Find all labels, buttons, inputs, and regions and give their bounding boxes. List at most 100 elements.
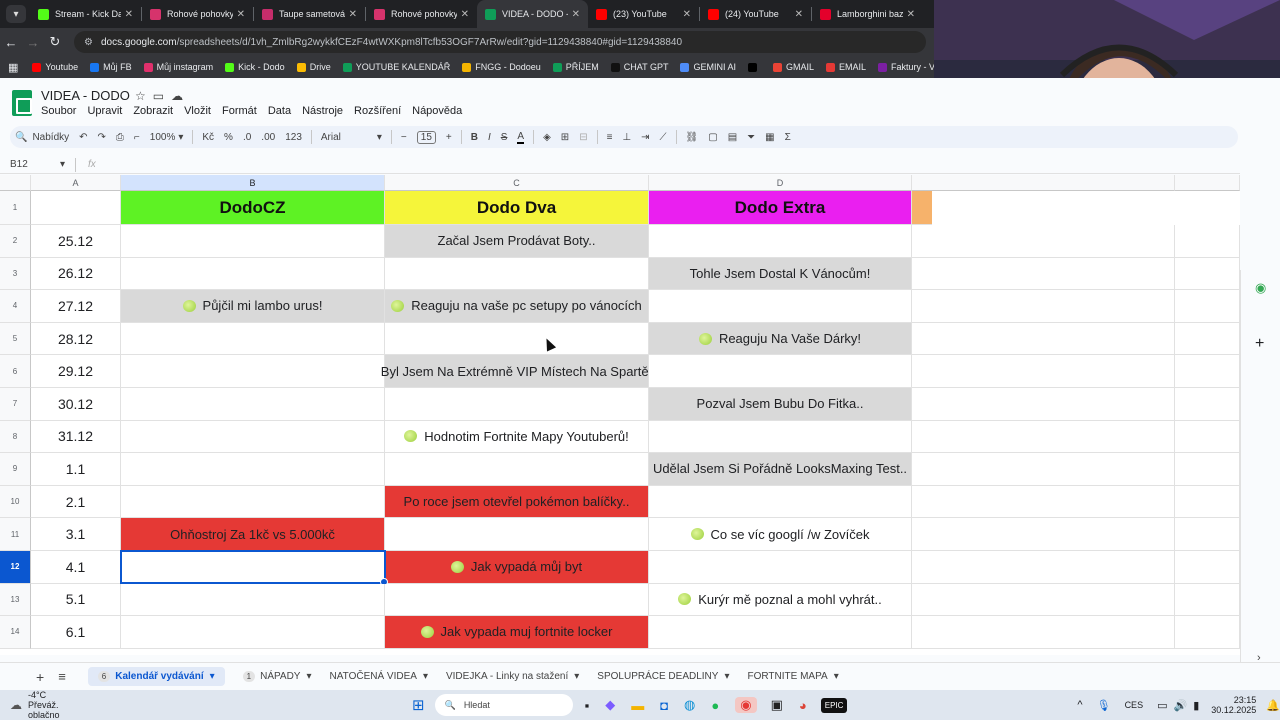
chrome-icon[interactable]: ◕ xyxy=(799,698,807,713)
cell-date[interactable]: 27.12 xyxy=(31,290,121,323)
cell-empty[interactable] xyxy=(1175,355,1240,388)
search-menus-label[interactable]: Nabídky xyxy=(32,132,69,143)
cell-b[interactable] xyxy=(121,616,385,649)
cell-empty[interactable] xyxy=(1175,322,1240,356)
clock[interactable]: 23:15 30.12.2025 xyxy=(1211,695,1256,715)
cell-d[interactable]: Kurýr mě poznal a mohl vyhrát.. xyxy=(649,583,912,617)
close-tab-icon[interactable]: ✕ xyxy=(125,9,133,20)
cell-c[interactable]: Začal Jsem Prodávat Boty.. xyxy=(385,225,649,258)
menu-item[interactable]: Zobrazit xyxy=(133,105,173,117)
row-header[interactable]: 7 xyxy=(0,388,31,421)
text-wrap-icon[interactable]: ⇥ xyxy=(641,132,649,143)
column-header[interactable] xyxy=(912,175,1175,191)
file-explorer-icon[interactable]: ▬ xyxy=(631,698,644,713)
weather-icon[interactable]: ☁ xyxy=(10,698,22,712)
sheet-tab[interactable]: FORTNITE MAPA ▾ xyxy=(747,671,838,682)
close-tab-icon[interactable]: ✕ xyxy=(237,9,245,20)
row-header[interactable]: 8 xyxy=(0,420,31,454)
currency-format-button[interactable]: Kč xyxy=(202,132,214,143)
cell-empty[interactable] xyxy=(912,355,1175,388)
cell-d[interactable] xyxy=(649,616,912,649)
sheet-tab-chevron-icon[interactable]: ▾ xyxy=(574,671,579,682)
sheet-tab[interactable]: VIDEJKA - Linky na stažení ▾ xyxy=(446,671,579,682)
link-icon[interactable]: ⛓ xyxy=(686,132,699,143)
doc-title[interactable]: VIDEA - DODO xyxy=(41,88,130,103)
undo-icon[interactable]: ↶ xyxy=(79,132,87,143)
bookmark-item[interactable]: GMAIL xyxy=(772,62,814,72)
menu-item[interactable]: Data xyxy=(268,105,291,117)
column-header[interactable]: B xyxy=(121,175,385,191)
menu-item[interactable]: Nástroje xyxy=(302,105,343,117)
notifications-icon[interactable]: 🔔 xyxy=(1266,699,1280,712)
cell-d[interactable]: Udělal Jsem Si Pořádně LooksMaxing Test.… xyxy=(649,453,912,486)
cell-date[interactable]: 25.12 xyxy=(31,225,121,258)
menu-item[interactable]: Soubor xyxy=(41,105,76,117)
menu-item[interactable]: Rozšíření xyxy=(354,105,401,117)
cell-date[interactable]: 28.12 xyxy=(31,322,121,356)
url-field[interactable]: ⚙ docs.google.com/spreadsheets/d/1vh_Zml… xyxy=(74,31,926,53)
text-rotate-icon[interactable]: ⟋ xyxy=(660,132,667,143)
bookmark-item[interactable]: Drive xyxy=(296,62,331,72)
column-header[interactable]: C xyxy=(385,175,649,191)
align-icon[interactable]: ≡ xyxy=(607,132,613,143)
column-header[interactable]: A xyxy=(31,175,121,191)
bookmark-item[interactable]: Můj FB xyxy=(90,62,132,72)
close-tab-icon[interactable]: ✕ xyxy=(572,9,580,20)
cell-empty[interactable] xyxy=(912,518,1175,551)
cell-d[interactable] xyxy=(649,355,912,388)
number-format-button[interactable]: 123 xyxy=(285,132,302,143)
cell-empty[interactable] xyxy=(1175,420,1240,454)
browser-tab[interactable]: Lamborghini bazar ✕ xyxy=(812,0,923,28)
cell-b[interactable] xyxy=(121,322,385,356)
cell-header-dodocz[interactable]: DodoCZ xyxy=(121,191,385,225)
font-select[interactable]: Arial xyxy=(321,132,367,143)
browser-tab[interactable]: VIDEA - DODO - ✕ xyxy=(477,0,588,28)
row-header[interactable]: 2 xyxy=(0,225,31,258)
cell-header-dodo-extra[interactable]: Dodo Extra xyxy=(649,191,912,225)
windows-start-icon[interactable]: ⊞ xyxy=(412,696,425,714)
browser-tab[interactable]: Rohové pohovky ✕ xyxy=(142,0,253,28)
maps-icon[interactable]: ◉ xyxy=(1255,280,1266,296)
cell-date[interactable]: 3.1 xyxy=(31,518,121,551)
cell-date[interactable]: 30.12 xyxy=(31,388,121,421)
row-header[interactable]: 4 xyxy=(0,290,31,323)
cell-d[interactable] xyxy=(649,290,912,323)
cell-c[interactable]: Po roce jsem otevřel pokémon balíčky.. xyxy=(385,485,649,519)
sheet-tab[interactable]: 6 Kalendář vydávání ▾ xyxy=(87,667,225,686)
reload-icon[interactable]: ↻ xyxy=(44,34,66,50)
print-icon[interactable]: ⎙ xyxy=(116,132,124,143)
move-folder-icon[interactable]: ▭ xyxy=(153,89,171,103)
row-header[interactable]: 13 xyxy=(0,583,31,617)
cell-empty[interactable] xyxy=(1175,485,1240,519)
cell-b[interactable] xyxy=(121,355,385,388)
cell-empty[interactable] xyxy=(1175,257,1240,291)
apps-grid-icon[interactable]: ▦ xyxy=(8,61,18,74)
sheets-logo-icon[interactable] xyxy=(12,90,32,116)
row-header[interactable]: 3 xyxy=(0,257,31,291)
fill-color-icon[interactable]: ◈ xyxy=(543,132,551,143)
bookmark-item[interactable]: Faktury - Vytváření xyxy=(878,62,934,72)
cell-empty[interactable] xyxy=(912,583,1175,617)
cell-empty[interactable] xyxy=(912,322,1175,356)
name-box-chevron-icon[interactable]: ▾ xyxy=(60,159,65,170)
cell-c[interactable]: Byl Jsem Na Extrémně VIP Místech Na Spar… xyxy=(381,355,652,388)
cell-d[interactable] xyxy=(649,551,912,584)
close-tab-icon[interactable]: ✕ xyxy=(461,9,469,20)
zoom-chevron-icon[interactable]: ▾ xyxy=(178,132,183,143)
network-icon[interactable]: ▭ xyxy=(1157,699,1167,712)
add-sheet-icon[interactable]: + xyxy=(36,669,44,685)
cell-b[interactable] xyxy=(121,420,385,454)
cell-empty[interactable] xyxy=(912,257,1175,291)
menu-item[interactable]: Upravit xyxy=(87,105,122,117)
spotify-icon[interactable]: ● xyxy=(711,698,719,713)
browser-tab[interactable]: Stream - Kick Dash ✕ xyxy=(30,0,141,28)
cell-empty[interactable] xyxy=(912,485,1175,519)
cell-date[interactable]: 4.1 xyxy=(31,551,121,584)
cell-empty[interactable] xyxy=(912,420,1175,454)
italic-icon[interactable]: I xyxy=(488,132,491,143)
cell-b[interactable]: Půjčil mi lambo urus! xyxy=(121,290,385,323)
row-header[interactable]: 10 xyxy=(0,485,31,519)
cell-b[interactable] xyxy=(121,583,385,617)
cell-empty[interactable] xyxy=(1175,583,1240,617)
spreadsheet-grid[interactable]: A B C D 1 DodoCZ Dodo Dva Dodo Extra 2 25.12 Začal… xyxy=(0,175,1240,655)
